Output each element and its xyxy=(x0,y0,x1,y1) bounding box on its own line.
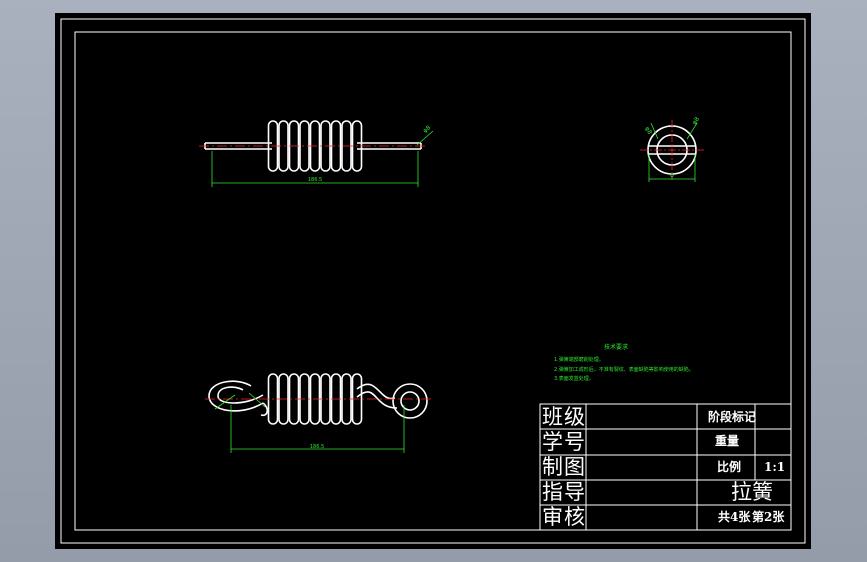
label-reviewer: 审核 xyxy=(542,505,586,529)
label-class: 班级 xyxy=(542,405,586,429)
label-student-id: 学号 xyxy=(542,430,586,454)
drawing-sheet: 186.5 φ8 φ8 φ8 φ 186.5 技术要求 1.弹簧端部磨削处理。 … xyxy=(55,13,811,549)
label-supervisor: 指导 xyxy=(542,480,586,504)
label-drawn-by: 制图 xyxy=(542,455,586,479)
tech-requirement-1: 1.弹簧端部磨削处理。 xyxy=(554,357,604,363)
bottom-length-label: 186.5 xyxy=(310,444,324,450)
scale-value: 1:1 xyxy=(764,460,786,474)
side-diameter-label: φ xyxy=(670,172,674,179)
tech-requirement-2: 2.弹簧加工成形后，不准有裂纹、表面缺陷等影响使用的缺陷。 xyxy=(554,367,694,373)
part-name: 拉簧 xyxy=(731,480,773,504)
top-length-label: 186.5 xyxy=(308,177,322,183)
side-label-right: φ8 xyxy=(691,116,701,127)
top-dimension xyxy=(211,130,434,187)
revision-mark: 阶段标记 xyxy=(708,410,757,424)
cad-drawing: 186.5 φ8 φ8 φ8 φ 186.5 xyxy=(60,18,806,544)
tech-requirements-title: 技术要求 xyxy=(604,344,629,351)
scale-label: 比例 xyxy=(717,460,742,474)
outer-border xyxy=(60,18,806,544)
sheet-number: 第2张 xyxy=(752,510,785,524)
tech-requirement-3: 3.表面发蓝处理。 xyxy=(554,376,594,382)
sheet-total: 共4张 xyxy=(718,510,751,524)
weight-label: 重量 xyxy=(715,434,740,448)
side-label-left: φ8 xyxy=(643,126,653,136)
